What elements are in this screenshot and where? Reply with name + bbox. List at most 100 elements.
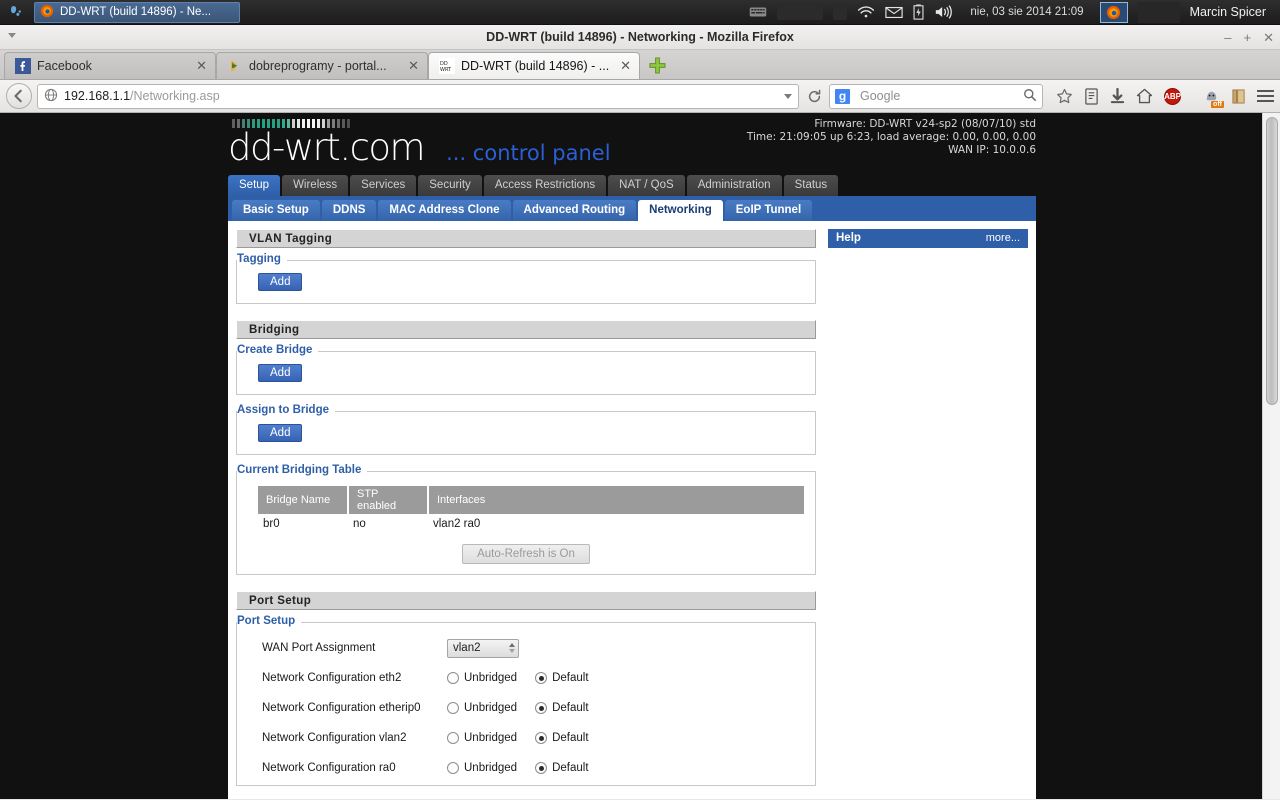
- radio-icon[interactable]: [447, 732, 459, 744]
- volume-icon[interactable]: [934, 0, 954, 25]
- radio-group-etherip0: Unbridged Default: [447, 702, 601, 714]
- browser-tab-label: Facebook: [37, 59, 92, 73]
- keyboard-icon[interactable]: [749, 0, 767, 25]
- add-create-bridge-button[interactable]: Add: [258, 364, 303, 382]
- radio-label: Unbridged: [464, 732, 518, 744]
- radio-icon-selected[interactable]: [535, 672, 548, 684]
- tray-clock[interactable]: nie, 03 sie 2014 21:09: [964, 6, 1089, 18]
- bookmarks-library-icon[interactable]: [1231, 88, 1246, 105]
- tray-firefox-icon[interactable]: [1099, 1, 1128, 23]
- cell-interfaces: vlan2 ra0: [433, 518, 481, 530]
- adblock-plus-icon[interactable]: ABP: [1164, 87, 1181, 105]
- radio-option-unbridged-ra0[interactable]: Unbridged: [447, 762, 517, 774]
- radio-group-vlan2: Unbridged Default: [447, 732, 601, 744]
- tray-placeholder-icon-2: [833, 4, 848, 20]
- radio-label: Unbridged: [464, 672, 518, 684]
- chevron-down-icon[interactable]: [784, 93, 792, 99]
- search-icon[interactable]: [1023, 88, 1037, 105]
- wan-port-select[interactable]: vlan2: [447, 638, 519, 658]
- radio-option-unbridged-etherip0[interactable]: Unbridged: [447, 702, 517, 714]
- help-more-link[interactable]: more...: [986, 229, 1020, 248]
- menu-hamburger-icon[interactable]: [1257, 90, 1274, 102]
- radio-label: Default: [552, 732, 589, 744]
- radio-label: Default: [552, 672, 589, 684]
- subtab-eoip-tunnel[interactable]: EoIP Tunnel: [724, 200, 813, 221]
- minimize-button[interactable]: –: [1224, 31, 1231, 44]
- radio-label: Default: [552, 762, 589, 774]
- cell-stp-enabled: no: [353, 518, 366, 530]
- radio-icon[interactable]: [447, 672, 459, 684]
- maximize-button[interactable]: +: [1244, 31, 1252, 44]
- radio-option-unbridged-eth2[interactable]: Unbridged: [447, 672, 517, 684]
- radio-icon-selected[interactable]: [535, 732, 548, 744]
- tab-access-restrictions[interactable]: Access Restrictions: [483, 175, 607, 196]
- page-scrollbar[interactable]: [1262, 113, 1280, 799]
- browser-tab-label: dobreprogramy - portal...: [249, 59, 387, 73]
- subtab-mac-address-clone[interactable]: MAC Address Clone: [378, 200, 511, 221]
- radio-icon-selected[interactable]: [535, 702, 548, 714]
- bookmark-star-icon[interactable]: [1056, 88, 1073, 105]
- radio-group-eth2: Unbridged Default: [447, 672, 601, 684]
- home-icon[interactable]: [1136, 88, 1153, 104]
- radio-option-unbridged-vlan2[interactable]: Unbridged: [447, 732, 517, 744]
- tab-nat-qos[interactable]: NAT / QoS: [608, 175, 685, 196]
- mail-icon[interactable]: [885, 0, 904, 25]
- google-icon: g: [835, 88, 850, 104]
- radio-icon-selected[interactable]: [535, 762, 548, 774]
- browser-tab-ddwrt[interactable]: DD WRT DD-WRT (build 14896) - ... ✕: [428, 52, 640, 79]
- scrollbar-thumb[interactable]: [1266, 117, 1278, 405]
- battery-icon[interactable]: [913, 0, 924, 25]
- tab-status[interactable]: Status: [783, 175, 839, 196]
- subtab-basic-setup[interactable]: Basic Setup: [232, 200, 320, 221]
- add-assign-bridge-button[interactable]: Add: [258, 424, 303, 442]
- address-bar[interactable]: 192.168.1.1/Networking.asp: [37, 83, 799, 109]
- tab-services[interactable]: Services: [350, 175, 417, 196]
- noscript-icon[interactable]: off: [1203, 88, 1224, 108]
- add-tagging-button[interactable]: Add: [258, 273, 303, 291]
- gnome-foot-icon[interactable]: [0, 0, 30, 25]
- svg-text:WRT: WRT: [440, 67, 452, 73]
- chevron-down-icon[interactable]: [8, 33, 16, 38]
- tray-username[interactable]: Marcin Spicer: [1190, 5, 1274, 19]
- reading-list-icon[interactable]: [1084, 87, 1099, 105]
- close-icon[interactable]: ✕: [408, 58, 419, 74]
- auto-refresh-button[interactable]: Auto-Refresh is On: [462, 544, 590, 564]
- subtab-networking[interactable]: Networking: [638, 200, 723, 221]
- radio-icon[interactable]: [447, 762, 459, 774]
- web-page-content: dd-wrt .com ... control panel Firmware: …: [0, 113, 1262, 799]
- tab-security[interactable]: Security: [418, 175, 482, 196]
- back-icon[interactable]: [6, 83, 32, 109]
- reload-icon[interactable]: [804, 89, 824, 104]
- browser-tab-facebook[interactable]: Facebook ✕: [4, 52, 216, 79]
- subtab-ddns[interactable]: DDNS: [321, 200, 377, 221]
- time-info: Time: 21:09:05 up 6:23, load average: 0.…: [746, 131, 1036, 143]
- label-wan-port-assignment: WAN Port Assignment: [262, 642, 376, 654]
- tab-wireless[interactable]: Wireless: [282, 175, 349, 196]
- tab-setup[interactable]: Setup: [228, 175, 281, 196]
- ddwrt-control-panel: dd-wrt .com ... control panel Firmware: …: [228, 113, 1036, 799]
- spinner-icon[interactable]: [509, 643, 515, 653]
- tab-administration[interactable]: Administration: [686, 175, 782, 196]
- browser-tab-dobreprogramy[interactable]: dobreprogramy - portal... ✕: [216, 52, 428, 79]
- close-icon[interactable]: ✕: [196, 58, 207, 74]
- radio-option-default-etherip0[interactable]: Default: [535, 702, 589, 714]
- radio-option-default-vlan2[interactable]: Default: [535, 732, 589, 744]
- close-button[interactable]: ✕: [1263, 31, 1274, 44]
- ddwrt-logo-suffix: .com: [339, 126, 425, 169]
- section-heading-bridging: Bridging: [236, 320, 816, 339]
- ddwrt-header: dd-wrt .com ... control panel Firmware: …: [228, 113, 1036, 171]
- close-icon[interactable]: ✕: [620, 58, 631, 74]
- wan-port-select-value: vlan2: [453, 642, 481, 654]
- column-bridge-name: Bridge Name: [258, 486, 349, 514]
- search-input[interactable]: g Google: [829, 83, 1043, 109]
- wifi-icon[interactable]: [857, 0, 875, 25]
- radio-icon[interactable]: [447, 702, 459, 714]
- radio-option-default-ra0[interactable]: Default: [535, 762, 589, 774]
- subtab-advanced-routing[interactable]: Advanced Routing: [512, 200, 637, 221]
- radio-option-default-eth2[interactable]: Default: [535, 672, 589, 684]
- ddwrt-icon: DD WRT: [439, 58, 455, 74]
- new-tab-button[interactable]: [644, 53, 670, 77]
- downloads-icon[interactable]: [1110, 87, 1125, 105]
- legend-assign-to-bridge: Assign to Bridge: [237, 404, 336, 416]
- taskbar-window-button[interactable]: DD-WRT (build 14896) - Ne...: [34, 1, 240, 23]
